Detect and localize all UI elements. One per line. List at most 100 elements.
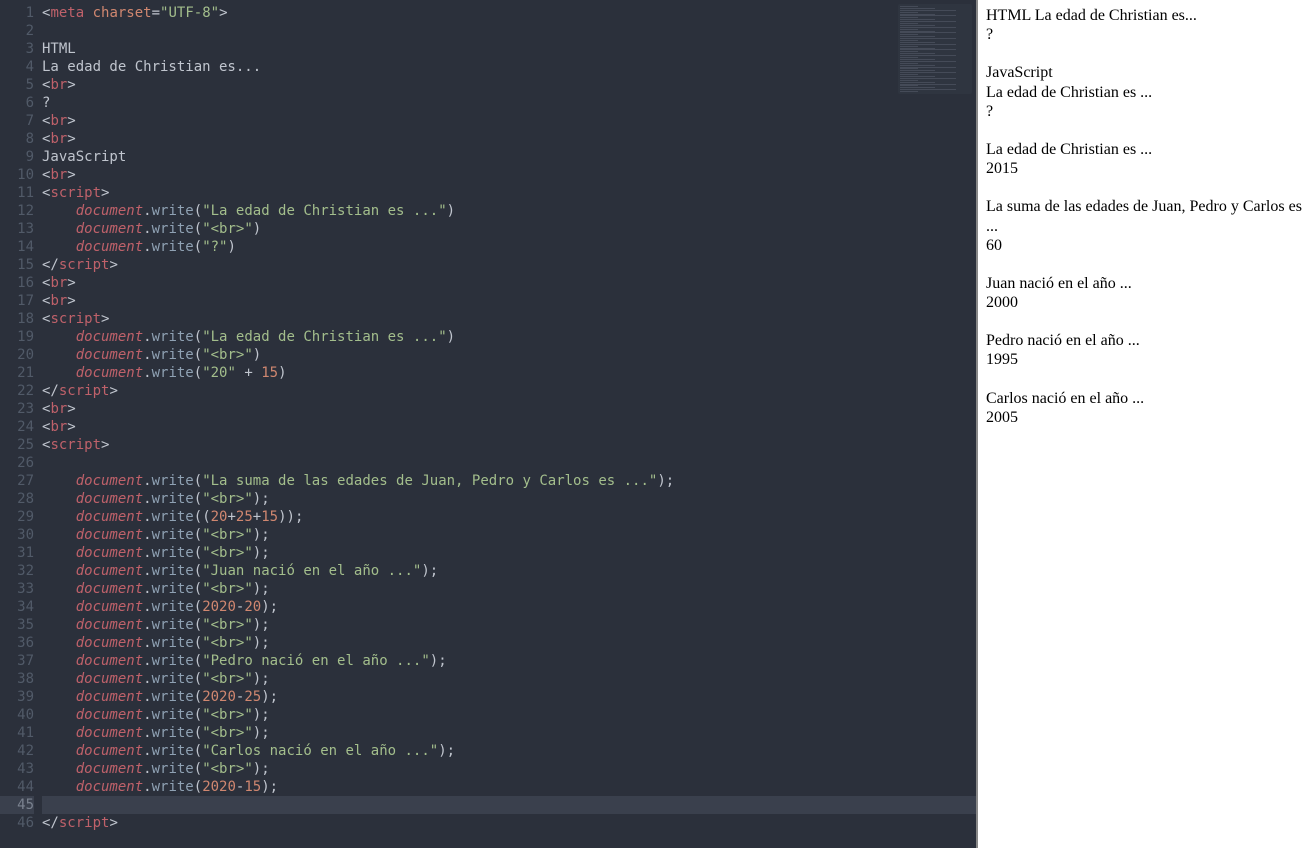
code-line[interactable]	[42, 22, 976, 40]
line-number: 2	[0, 22, 34, 40]
code-line[interactable]: document.write(2020-20);	[42, 598, 976, 616]
line-number: 20	[0, 346, 34, 364]
code-line[interactable]: <br>	[42, 166, 976, 184]
line-number: 4	[0, 58, 34, 76]
code-line[interactable]	[42, 796, 976, 814]
code-line[interactable]: <br>	[42, 292, 976, 310]
line-number: 28	[0, 490, 34, 508]
line-number: 46	[0, 814, 34, 832]
code-line[interactable]: HTML	[42, 40, 976, 58]
line-number: 14	[0, 238, 34, 256]
code-line[interactable]: <meta charset="UTF-8">	[42, 4, 976, 22]
code-line[interactable]: document.write("La edad de Christian es …	[42, 202, 976, 220]
line-number: 5	[0, 76, 34, 94]
code-line[interactable]: document.write("Carlos nació en el año .…	[42, 742, 976, 760]
line-number: 3	[0, 40, 34, 58]
code-line[interactable]: document.write("20" + 15)	[42, 364, 976, 382]
preview-blank-line	[986, 178, 1308, 197]
line-number: 44	[0, 778, 34, 796]
line-number-gutter: 1234567891011121314151617181920212223242…	[0, 0, 42, 848]
line-number: 36	[0, 634, 34, 652]
preview-text-line: La edad de Christian es ...	[986, 83, 1308, 102]
line-number: 19	[0, 328, 34, 346]
code-line[interactable]: document.write("<br>");	[42, 706, 976, 724]
code-line[interactable]: document.write("<br>")	[42, 220, 976, 238]
line-number: 41	[0, 724, 34, 742]
code-line[interactable]: <br>	[42, 274, 976, 292]
code-line[interactable]: <script>	[42, 310, 976, 328]
line-number: 32	[0, 562, 34, 580]
code-line[interactable]: <script>	[42, 184, 976, 202]
code-line[interactable]: document.write("<br>");	[42, 634, 976, 652]
code-line[interactable]: document.write("<br>");	[42, 670, 976, 688]
code-line[interactable]: document.write("<br>");	[42, 526, 976, 544]
code-line[interactable]: document.write((20+25+15));	[42, 508, 976, 526]
preview-blank-line	[986, 370, 1308, 389]
code-line[interactable]: </script>	[42, 382, 976, 400]
line-number: 22	[0, 382, 34, 400]
line-number: 37	[0, 652, 34, 670]
code-line[interactable]	[42, 454, 976, 472]
code-line[interactable]: document.write("?")	[42, 238, 976, 256]
preview-blank-line	[986, 312, 1308, 331]
code-line[interactable]: document.write("La edad de Christian es …	[42, 328, 976, 346]
line-number: 21	[0, 364, 34, 382]
code-line[interactable]: <br>	[42, 418, 976, 436]
code-line[interactable]: document.write("<br>");	[42, 580, 976, 598]
code-line[interactable]: <script>	[42, 436, 976, 454]
code-line[interactable]: document.write(2020-15);	[42, 778, 976, 796]
code-content[interactable]: <meta charset="UTF-8"> HTMLLa edad de Ch…	[42, 0, 976, 848]
code-line[interactable]: document.write("<br>");	[42, 760, 976, 778]
line-number: 7	[0, 112, 34, 130]
preview-text-line: JavaScript	[986, 63, 1308, 82]
code-line[interactable]: document.write("<br>")	[42, 346, 976, 364]
line-number: 17	[0, 292, 34, 310]
code-line[interactable]: document.write("<br>");	[42, 616, 976, 634]
code-line[interactable]: JavaScript	[42, 148, 976, 166]
line-number: 13	[0, 220, 34, 238]
preview-text-line: 2005	[986, 408, 1308, 427]
code-line[interactable]: document.write("<br>");	[42, 544, 976, 562]
line-number: 16	[0, 274, 34, 292]
code-line[interactable]: document.write("<br>");	[42, 490, 976, 508]
preview-text-line: ?	[986, 102, 1308, 121]
line-number: 29	[0, 508, 34, 526]
code-line[interactable]: document.write("<br>");	[42, 724, 976, 742]
code-line[interactable]: document.write(2020-25);	[42, 688, 976, 706]
line-number: 8	[0, 130, 34, 148]
line-number: 45	[0, 796, 34, 814]
preview-blank-line	[986, 44, 1308, 63]
line-number: 9	[0, 148, 34, 166]
code-line[interactable]: </script>	[42, 814, 976, 832]
code-editor-pane[interactable]: 1234567891011121314151617181920212223242…	[0, 0, 976, 848]
code-line[interactable]: document.write("Juan nació en el año ...…	[42, 562, 976, 580]
code-line[interactable]: ?	[42, 94, 976, 112]
code-line[interactable]: <br>	[42, 130, 976, 148]
minimap[interactable]	[898, 4, 972, 94]
preview-text-line: ?	[986, 25, 1308, 44]
code-line[interactable]: <br>	[42, 112, 976, 130]
line-number: 35	[0, 616, 34, 634]
code-line[interactable]: <br>	[42, 400, 976, 418]
code-line[interactable]: <br>	[42, 76, 976, 94]
line-number: 38	[0, 670, 34, 688]
preview-blank-line	[986, 255, 1308, 274]
line-number: 31	[0, 544, 34, 562]
preview-text-line: Pedro nació en el año ...	[986, 331, 1308, 350]
code-line[interactable]: </script>	[42, 256, 976, 274]
code-line[interactable]: La edad de Christian es...	[42, 58, 976, 76]
browser-preview-pane[interactable]: HTML La edad de Christian es...? JavaScri…	[976, 0, 1316, 848]
line-number: 33	[0, 580, 34, 598]
preview-text-line: 2015	[986, 159, 1308, 178]
code-line[interactable]: document.write("Pedro nació en el año ..…	[42, 652, 976, 670]
line-number: 11	[0, 184, 34, 202]
line-number: 43	[0, 760, 34, 778]
code-line[interactable]: document.write("La suma de las edades de…	[42, 472, 976, 490]
preview-text-line: Juan nació en el año ...	[986, 274, 1308, 293]
line-number: 42	[0, 742, 34, 760]
preview-text-line: 60	[986, 236, 1308, 255]
preview-text-line: HTML La edad de Christian es...	[986, 6, 1308, 25]
line-number: 10	[0, 166, 34, 184]
editor-scrollbar[interactable]	[966, 0, 976, 848]
line-number: 39	[0, 688, 34, 706]
